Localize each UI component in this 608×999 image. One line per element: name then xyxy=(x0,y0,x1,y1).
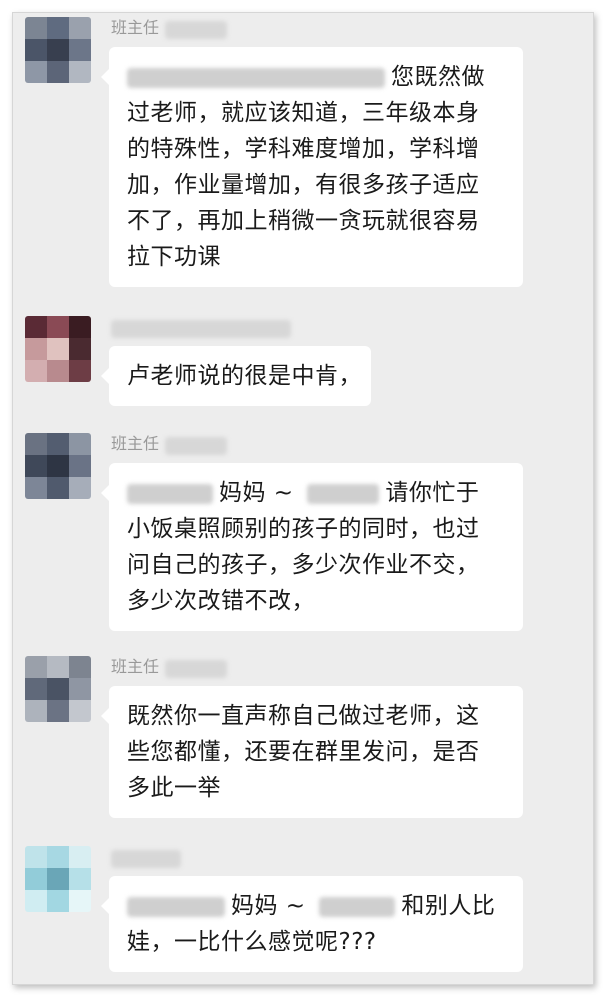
message-bubble: 您既然做 过老师，就应该知道，三年级本身 的特殊性，学科难度增加，学科增 加，作… xyxy=(101,47,523,287)
message-line: 加，作业量增加，有很多孩子适应 xyxy=(127,172,480,198)
redacted-name xyxy=(165,21,227,39)
message-line: 拉下功课 xyxy=(127,244,221,270)
avatar[interactable] xyxy=(25,17,91,83)
message-bubble: 既然你一直声称自己做过老师，这 些您都懂，还要在群里发问，是否 多此一举 xyxy=(101,686,523,818)
avatar[interactable] xyxy=(25,656,91,722)
sender-name: 班主任 xyxy=(111,434,160,453)
message-line: 的特殊性，学科难度增加，学科增 xyxy=(127,136,480,162)
avatar[interactable] xyxy=(25,846,91,912)
message-bubble: 卢老师说的很是中肯， xyxy=(101,346,371,406)
avatar[interactable] xyxy=(25,316,91,382)
redacted-name xyxy=(111,320,291,338)
message-line: 多少次改错不改， xyxy=(127,588,315,614)
sender-name: 班主任 xyxy=(111,18,160,37)
message-bubble: 妈妈 ~ 和别人比 娃，一比什么感觉呢??? xyxy=(101,876,523,972)
message-line: 些您都懂，还要在群里发问，是否 xyxy=(127,739,480,765)
message-line: 不了，再加上稍微一贪玩就很容易 xyxy=(127,208,480,234)
message-line: 妈妈 ~ 请你忙于 xyxy=(127,475,507,511)
message-line: 卢老师说的很是中肯， xyxy=(127,363,362,389)
message-line: 问自己的孩子，多少次作业不交， xyxy=(127,552,480,578)
message-bubble: 妈妈 ~ 请你忙于 小饭桌照顾别的孩子的同时，也过 问自己的孩子，多少次作业不交… xyxy=(101,463,523,631)
chat-screenshot: 班主任 您既然做 过老师，就应该知道，三年级本身 的特殊性，学科难度增加，学科增… xyxy=(12,12,594,985)
redacted-mention xyxy=(319,896,396,917)
message-line: 娃，一比什么感觉呢??? xyxy=(127,929,377,955)
redacted-mention xyxy=(127,67,385,88)
redacted-name xyxy=(165,437,227,455)
message-line: 妈妈 ~ 和别人比 xyxy=(127,888,507,924)
avatar[interactable] xyxy=(25,433,91,499)
redacted-name xyxy=(111,850,181,868)
redacted-mention xyxy=(127,483,213,504)
message-line: 过老师，就应该知道，三年级本身 xyxy=(127,100,480,126)
redacted-mention xyxy=(307,483,380,504)
message-line: 既然你一直声称自己做过老师，这 xyxy=(127,703,480,729)
message-line: 小饭桌照顾别的孩子的同时，也过 xyxy=(127,516,480,542)
redacted-mention xyxy=(127,896,225,917)
sender-name: 班主任 xyxy=(111,657,160,676)
message-line: 您既然做 xyxy=(127,59,507,95)
message-line: 多此一举 xyxy=(127,775,221,801)
redacted-name xyxy=(165,660,227,678)
